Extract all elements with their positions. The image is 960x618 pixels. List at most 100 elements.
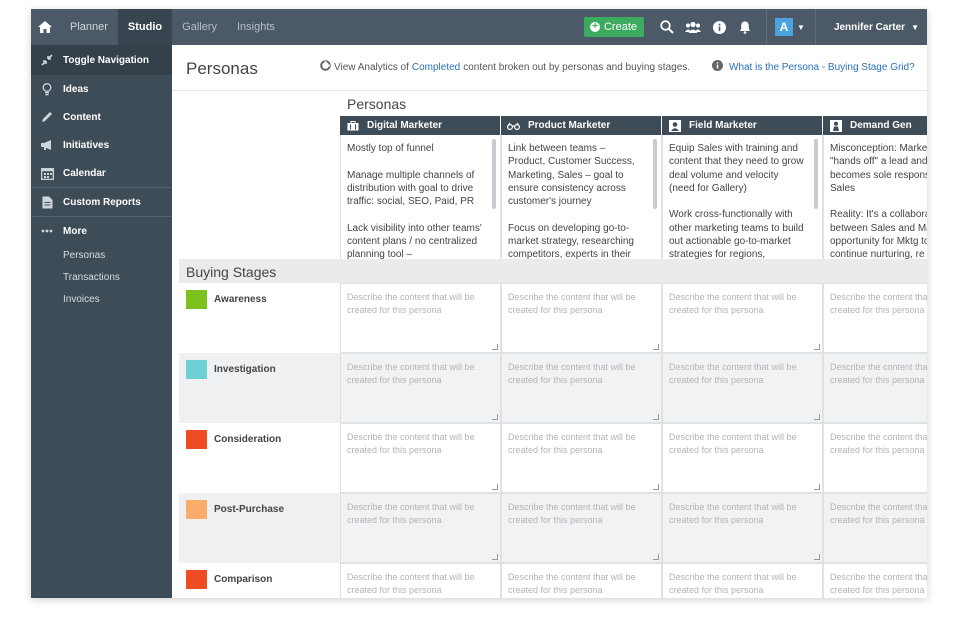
- persona-stage-grid: Personas Digital Marketer Product Market…: [172, 92, 927, 598]
- tab-gallery[interactable]: Gallery: [172, 9, 227, 45]
- main-content: Personas View Analytics of Completed con…: [172, 45, 927, 598]
- content-cell-textarea[interactable]: Describe the content that will be create…: [501, 493, 662, 563]
- resize-grip-icon[interactable]: [814, 484, 820, 490]
- resize-grip-icon[interactable]: [492, 414, 498, 420]
- content-cell-textarea[interactable]: Describe the content that will be create…: [823, 283, 927, 353]
- persona-name: Digital Marketer: [367, 120, 443, 131]
- sidebar-item-ideas[interactable]: Ideas: [31, 75, 172, 103]
- sidebar-item-initiatives[interactable]: Initiatives: [31, 131, 172, 159]
- content-cell-textarea[interactable]: Describe the content that will be create…: [340, 353, 501, 423]
- sidebar-item-custom-reports[interactable]: Custom Reports: [31, 188, 172, 216]
- content-cell-textarea[interactable]: Describe the content that will be create…: [662, 423, 823, 493]
- divider: [766, 9, 768, 45]
- search-icon[interactable]: [654, 9, 680, 45]
- briefcase-icon: [346, 120, 359, 132]
- page-header: Personas View Analytics of Completed con…: [172, 45, 927, 91]
- content-cell-textarea[interactable]: Describe the content that will be create…: [823, 563, 927, 598]
- resize-grip-icon[interactable]: [653, 554, 659, 560]
- users-icon[interactable]: [680, 9, 706, 45]
- person-icon: [829, 119, 842, 132]
- content-cell-textarea[interactable]: Describe the content that will be create…: [501, 423, 662, 493]
- stage-color-swatch: [186, 290, 207, 309]
- content-cell-textarea[interactable]: Describe the content that will be create…: [662, 563, 823, 598]
- persona-description-textarea[interactable]: Mostly top of funnel Manage multiple cha…: [340, 135, 501, 259]
- resize-grip-icon[interactable]: [653, 344, 659, 350]
- scrollbar[interactable]: [653, 139, 657, 209]
- sidebar-item-toggle-navigation[interactable]: Toggle Navigation: [31, 45, 172, 75]
- scrollbar[interactable]: [814, 139, 818, 209]
- create-button[interactable]: + Create: [583, 17, 645, 37]
- bell-icon[interactable]: [732, 9, 758, 45]
- resize-grip-icon[interactable]: [653, 414, 659, 420]
- sidebar-item-label: Content: [63, 111, 101, 123]
- stage-color-swatch: [186, 570, 207, 589]
- megaphone-icon: [39, 138, 55, 152]
- resize-grip-icon[interactable]: [814, 344, 820, 350]
- content-cell-textarea[interactable]: Describe the content that will be create…: [823, 493, 927, 563]
- tab-insights[interactable]: Insights: [227, 9, 285, 45]
- stage-label: Awareness: [214, 294, 267, 305]
- user-icon: [668, 119, 681, 132]
- resize-grip-icon[interactable]: [492, 554, 498, 560]
- content-cell-textarea[interactable]: Describe the content that will be create…: [340, 283, 501, 353]
- analytics-note: View Analytics of Completed content brok…: [320, 60, 690, 74]
- cell-placeholder: Describe the content that will be create…: [830, 362, 927, 385]
- content-cell-textarea[interactable]: Describe the content that will be create…: [501, 283, 662, 353]
- persona-header-product-marketer: Product Marketer: [501, 116, 662, 135]
- sidebar-item-content[interactable]: Content: [31, 103, 172, 131]
- stage-row-comparison: Comparison Describe the content that wil…: [179, 563, 927, 598]
- tab-studio[interactable]: Studio: [117, 9, 173, 45]
- tab-planner[interactable]: Planner: [60, 9, 118, 45]
- chevron-down-icon[interactable]: ▼: [911, 23, 919, 32]
- divider: [814, 9, 816, 45]
- cell-placeholder: Describe the content that will be create…: [669, 572, 797, 595]
- content-cell-textarea[interactable]: Describe the content that will be create…: [662, 283, 823, 353]
- analytics-completed-link[interactable]: Completed: [412, 62, 460, 73]
- cell-placeholder: Describe the content that will be create…: [508, 572, 636, 595]
- sidebar-subitem-invoices[interactable]: Invoices: [31, 289, 172, 311]
- persona-description-textarea[interactable]: Equip Sales with training and content th…: [662, 135, 823, 259]
- cell-placeholder: Describe the content that will be create…: [508, 362, 636, 385]
- content-cell-textarea[interactable]: Describe the content that will be create…: [340, 493, 501, 563]
- persona-description-text: Mostly top of funnel Manage multiple cha…: [347, 143, 482, 259]
- resize-grip-icon[interactable]: [814, 554, 820, 560]
- resize-grip-icon[interactable]: [492, 344, 498, 350]
- cell-placeholder: Describe the content that will be create…: [347, 292, 475, 315]
- help-link[interactable]: What is the Persona - Buying Stage Grid?: [712, 60, 915, 74]
- content-cell-textarea[interactable]: Describe the content that will be create…: [340, 423, 501, 493]
- persona-header-demand-gen: Demand Gen: [823, 116, 927, 135]
- user-name[interactable]: Jennifer Carter: [834, 22, 905, 33]
- stage-color-swatch: [186, 430, 207, 449]
- cell-placeholder: Describe the content that will be create…: [669, 502, 797, 525]
- persona-description-text: Link between teams – Product, Customer S…: [508, 143, 635, 259]
- resize-grip-icon[interactable]: [492, 484, 498, 490]
- info-icon[interactable]: [706, 9, 732, 45]
- cell-placeholder: Describe the content that will be create…: [347, 432, 475, 455]
- page-title: Personas: [186, 59, 258, 78]
- avatar[interactable]: A: [775, 18, 794, 36]
- scrollbar[interactable]: [492, 139, 496, 209]
- chevron-down-icon[interactable]: ▼: [797, 23, 805, 32]
- stage-label: Comparison: [214, 574, 273, 585]
- content-cell-textarea[interactable]: Describe the content that will be create…: [823, 423, 927, 493]
- persona-description-text: Misconception: Marketing "hands off" a l…: [830, 143, 927, 259]
- help-link-label: What is the Persona - Buying Stage Grid?: [729, 61, 915, 73]
- persona-description-textarea[interactable]: Misconception: Marketing "hands off" a l…: [823, 135, 927, 259]
- sidebar-item-calendar[interactable]: Calendar: [31, 159, 172, 187]
- content-cell-textarea[interactable]: Describe the content that will be create…: [823, 353, 927, 423]
- home-icon[interactable]: [31, 9, 59, 45]
- sidebar-subitem-personas[interactable]: Personas: [31, 245, 172, 267]
- content-cell-textarea[interactable]: Describe the content that will be create…: [501, 353, 662, 423]
- persona-description-textarea[interactable]: Link between teams – Product, Customer S…: [501, 135, 662, 259]
- sidebar-item-more[interactable]: More: [31, 217, 172, 245]
- resize-grip-icon[interactable]: [814, 414, 820, 420]
- sidebar-subitem-transactions[interactable]: Transactions: [31, 267, 172, 289]
- content-cell-textarea[interactable]: Describe the content that will be create…: [501, 563, 662, 598]
- ellipsis-icon: [39, 224, 55, 238]
- content-cell-textarea[interactable]: Describe the content that will be create…: [340, 563, 501, 598]
- content-cell-textarea[interactable]: Describe the content that will be create…: [662, 353, 823, 423]
- analytics-post-text: content broken out by personas and buyin…: [463, 61, 691, 73]
- lightbulb-icon: [39, 82, 55, 96]
- content-cell-textarea[interactable]: Describe the content that will be create…: [662, 493, 823, 563]
- resize-grip-icon[interactable]: [653, 484, 659, 490]
